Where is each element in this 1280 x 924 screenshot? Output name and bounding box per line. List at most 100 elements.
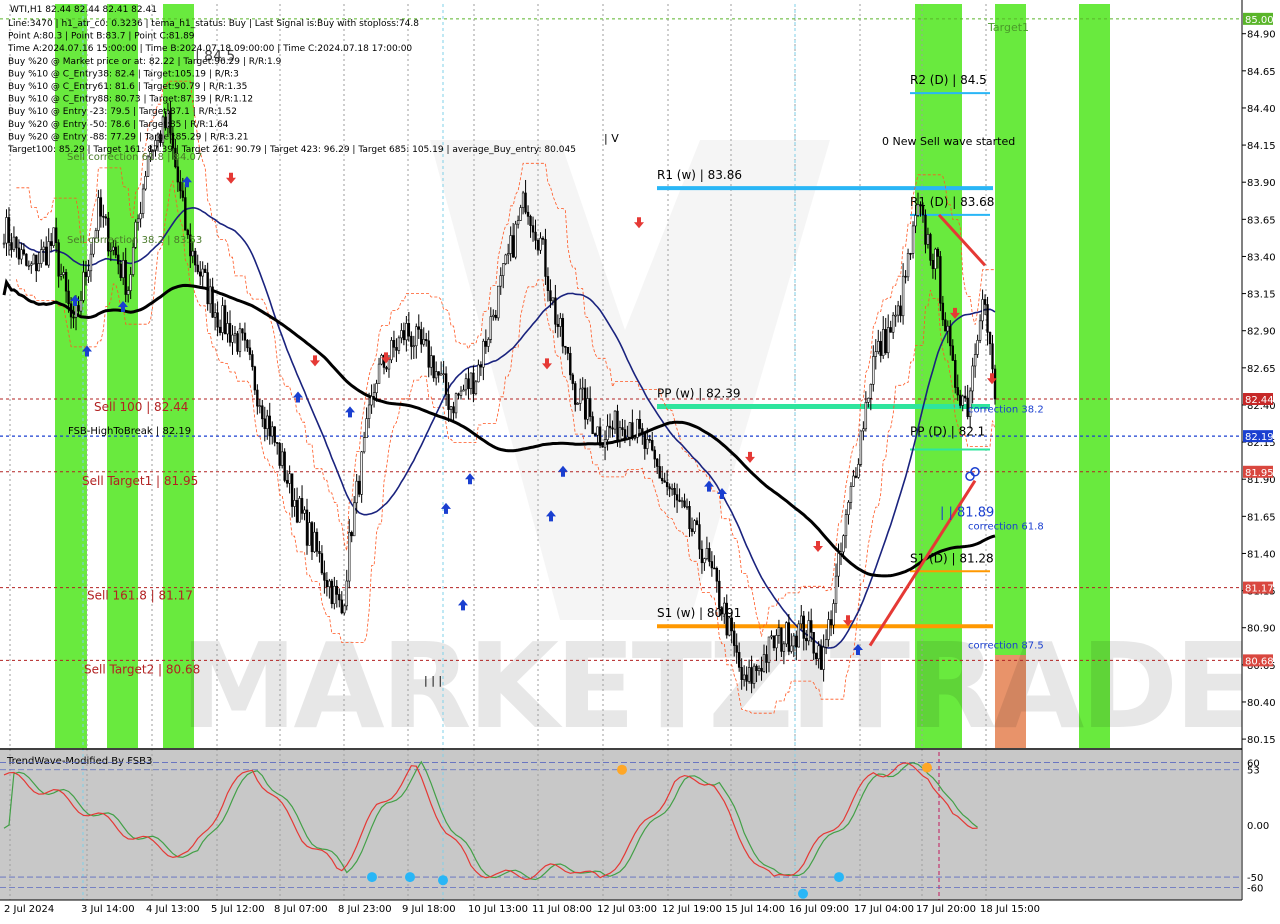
candle-body: [906, 253, 910, 278]
candle-body: [524, 192, 527, 213]
candle-body: [531, 225, 535, 233]
candle-body: [248, 347, 252, 355]
candle-body: [869, 384, 873, 399]
candle-body: [814, 652, 818, 660]
candle-body: [348, 532, 351, 582]
candle-body: [628, 422, 632, 438]
candle-body: [22, 249, 26, 255]
candle-body: [556, 323, 560, 327]
candle-body: [819, 645, 823, 670]
candle-body: [251, 354, 254, 368]
candle-body: [574, 383, 577, 405]
candle-body: [554, 297, 557, 325]
candle-body: [439, 373, 443, 376]
candle-body: [775, 635, 778, 649]
candle-body: [931, 260, 935, 269]
y-tick-label: 84.65: [1247, 67, 1276, 78]
candle-body: [576, 403, 579, 405]
candle-body: [208, 286, 212, 305]
x-tick-label: 15 Jul 14:00: [725, 904, 785, 915]
candle-body: [653, 449, 656, 460]
candle-body: [569, 353, 572, 376]
candle-body: [474, 381, 478, 395]
candle-body: [993, 368, 997, 400]
info-line: Buy %10 @ C_Entry88: 80.73 | Target:87.3…: [8, 95, 253, 105]
oversold-dot: [834, 872, 844, 883]
candle-body: [593, 433, 597, 436]
candle-body: [305, 509, 309, 546]
osc-tick-label: -60: [1247, 883, 1263, 894]
candle-body: [837, 553, 840, 577]
candle-body: [380, 355, 383, 365]
candle-body: [226, 323, 229, 335]
chart-annotation: | | |: [424, 674, 442, 687]
candle-body: [785, 622, 788, 645]
candle-body: [812, 632, 815, 654]
candle-body: [755, 665, 758, 672]
candle-body: [425, 339, 428, 342]
level-label: Sell 100 | 82.44: [94, 400, 188, 414]
candle-body: [608, 425, 612, 429]
info-line: Line:3470 | h1_atr_c0: 0.3236 | tema_h1_…: [8, 19, 419, 29]
candle-body: [144, 175, 147, 190]
candle-body: [499, 275, 502, 287]
candle-body: [747, 667, 751, 682]
candle-body: [328, 580, 331, 588]
candle-body: [526, 211, 530, 217]
candle-body: [211, 286, 214, 318]
candle-body: [392, 340, 396, 348]
y-tick-label: 84.40: [1247, 104, 1276, 115]
candle-body: [444, 373, 448, 395]
candle-body: [276, 442, 279, 444]
candle-body: [457, 393, 460, 396]
candle-body: [261, 405, 264, 420]
candle-body: [934, 248, 937, 269]
chart-annotation: | | 81.89: [940, 505, 994, 520]
candle-body: [362, 437, 366, 453]
candle-body: [119, 263, 122, 278]
candle-body: [718, 580, 721, 608]
pivot-label: R2 (D) | 84.5: [910, 73, 987, 87]
candle-body: [872, 356, 875, 385]
candle-body: [462, 389, 465, 392]
candle-body: [805, 638, 808, 642]
candle-body: [782, 643, 786, 652]
info-line: Point A:80.3 | Point B:83.7 | Point C:81…: [8, 32, 195, 42]
candle-body: [514, 223, 517, 258]
candle-body: [847, 501, 850, 515]
overbought-dot: [922, 762, 932, 773]
y-tick-label: 80.90: [1247, 624, 1276, 635]
candle-body: [42, 246, 45, 250]
candle-body: [179, 181, 182, 192]
candle-body: [442, 373, 445, 375]
candle-body: [817, 645, 820, 660]
x-tick-label: 3 Jul 14:00: [81, 904, 135, 915]
candle-body: [345, 580, 348, 607]
price-tag-label: 81.95: [1245, 468, 1274, 479]
candle-body: [561, 317, 565, 347]
candle-body: [936, 248, 940, 257]
candle-body: [549, 290, 552, 302]
y-tick-label: 83.15: [1247, 290, 1276, 301]
candle-body: [559, 317, 562, 327]
candle-body: [228, 323, 232, 343]
candle-body: [780, 627, 783, 652]
candle-body: [750, 667, 753, 684]
candle-body: [360, 451, 363, 495]
candle-body: [636, 419, 639, 438]
candle-body: [449, 406, 453, 410]
candle-body: [909, 253, 912, 255]
candle-body: [313, 531, 316, 553]
candle-body: [623, 429, 627, 439]
candle-body: [400, 330, 403, 339]
candle-body: [295, 500, 299, 523]
info-line: Buy %20 @ Entry -50: 78.6 | Target:85 | …: [8, 120, 229, 130]
candle-body: [87, 270, 90, 278]
price-tag-label: 81.17: [1245, 584, 1274, 595]
candle-body: [646, 439, 649, 449]
candle-body: [464, 378, 468, 391]
chart-annotation: correction 61.8: [968, 522, 1044, 533]
info-line: Buy %20 @ Market price or at: 82.22 | Ta…: [8, 57, 282, 67]
candle-body: [832, 603, 835, 626]
candle-body: [777, 627, 781, 636]
